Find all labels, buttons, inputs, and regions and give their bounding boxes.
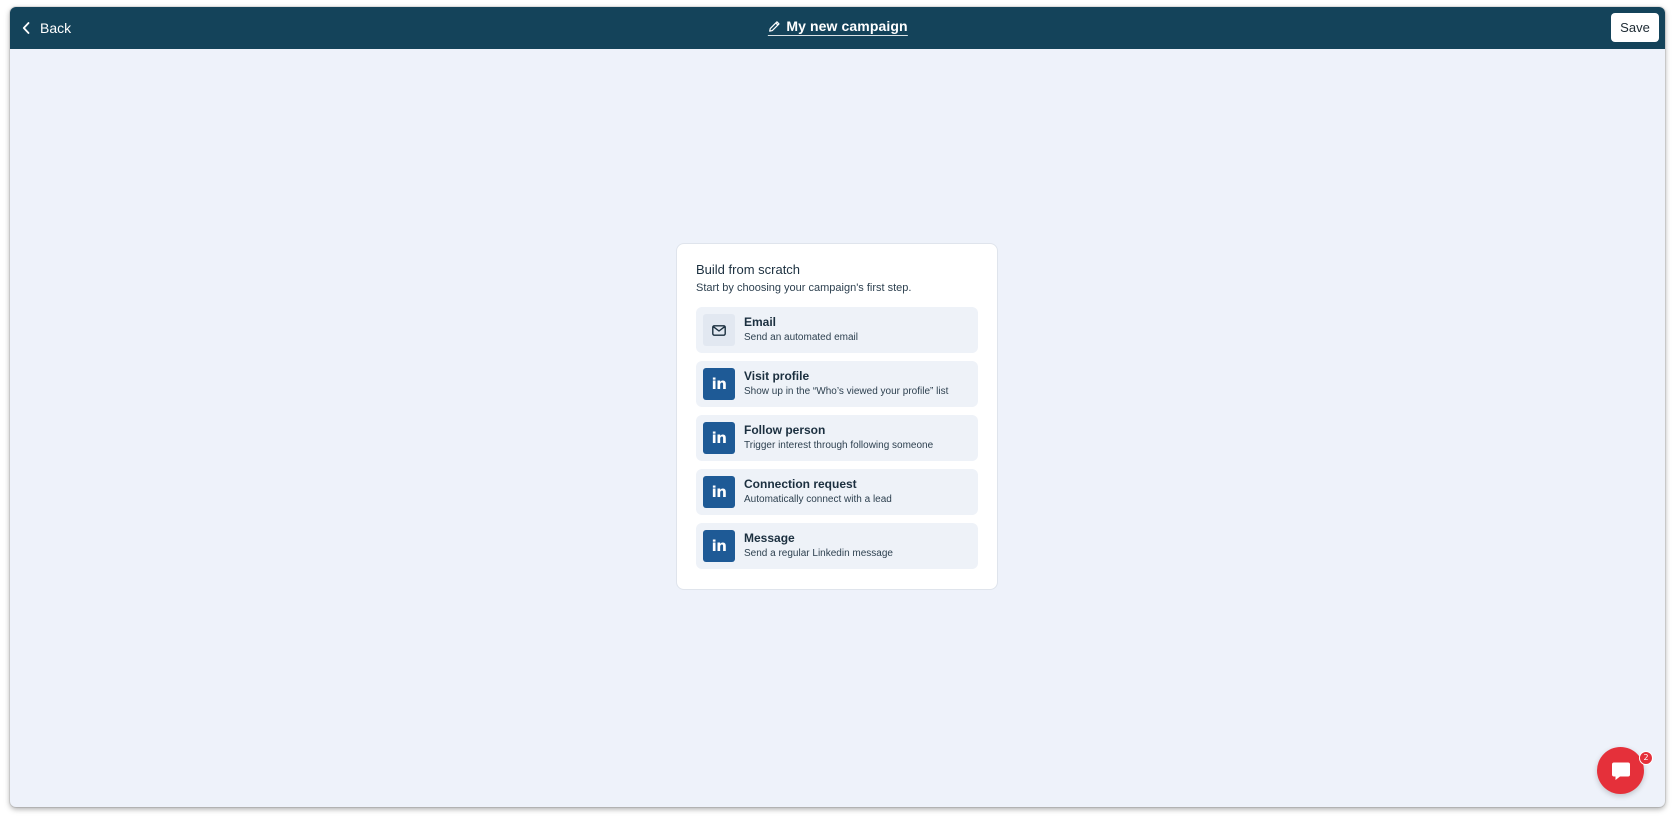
chat-bubble-icon [1611, 762, 1630, 780]
chat-notification-badge: 2 [1639, 751, 1653, 765]
option-label: Email [744, 315, 777, 329]
option-message[interactable]: in Message Send a regular Linkedin messa… [696, 523, 978, 569]
app-window: Back My new campaign Save Build from scr… [10, 7, 1665, 807]
option-description: Trigger interest through following someo… [744, 440, 934, 451]
email-icon [703, 314, 735, 346]
pencil-icon [768, 20, 780, 32]
option-connection-request[interactable]: in Connection request Automatically conn… [696, 469, 978, 515]
save-button[interactable]: Save [1611, 13, 1659, 42]
build-from-scratch-card: Build from scratch Start by choosing you… [676, 243, 998, 590]
card-title: Build from scratch [696, 262, 801, 277]
back-button[interactable]: Back [16, 14, 77, 42]
option-description: Show up in the “Who’s viewed your profil… [744, 386, 949, 397]
option-email[interactable]: Email Send an automated email [696, 307, 978, 353]
top-bar: Back My new campaign Save [10, 7, 1665, 49]
linkedin-icon: in [703, 422, 735, 454]
option-label: Visit profile [744, 369, 810, 383]
back-label: Back [40, 20, 72, 36]
option-label: Message [744, 531, 795, 545]
campaign-title: My new campaign [786, 18, 908, 34]
option-visit-profile[interactable]: in Visit profile Show up in the “Who’s v… [696, 361, 978, 407]
option-label: Follow person [744, 423, 826, 437]
chevron-left-icon [22, 22, 30, 34]
option-description: Send a regular Linkedin message [744, 548, 893, 559]
linkedin-icon: in [703, 476, 735, 508]
card-subtitle: Start by choosing your campaign's first … [696, 282, 912, 294]
option-follow-person[interactable]: in Follow person Trigger interest throug… [696, 415, 978, 461]
campaign-title-editor[interactable]: My new campaign [767, 18, 908, 36]
linkedin-icon: in [703, 368, 735, 400]
option-description: Send an automated email [744, 332, 858, 343]
option-label: Connection request [744, 477, 857, 491]
option-description: Automatically connect with a lead [744, 494, 892, 505]
chat-launcher-button[interactable] [1597, 747, 1644, 794]
linkedin-icon: in [703, 530, 735, 562]
